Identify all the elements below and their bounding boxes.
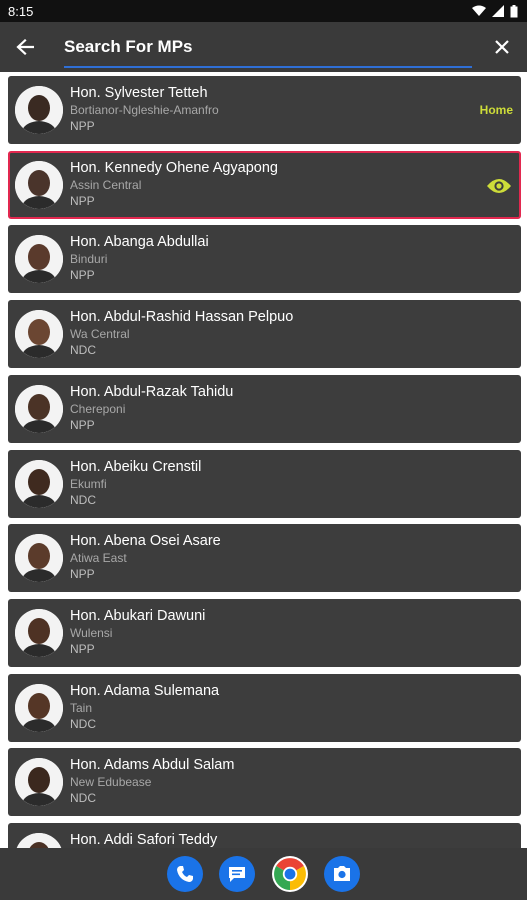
mp-name: Hon. Adama Sulemana xyxy=(70,682,220,699)
status-icons xyxy=(472,4,518,18)
mp-card[interactable]: Hon. Abena Osei Asare Atiwa East NPP xyxy=(8,524,521,593)
mp-name: Hon. Abanga Abdullai xyxy=(70,234,209,251)
mp-avatar xyxy=(15,683,63,732)
mp-name: Hon. Kennedy Ohene Agyapong xyxy=(70,159,278,176)
chrome-app-icon[interactable] xyxy=(272,856,308,892)
mp-avatar xyxy=(15,310,63,359)
wifi-icon xyxy=(472,5,486,16)
mp-avatar xyxy=(15,86,63,134)
mp-constituency: Chereponi xyxy=(70,401,126,416)
mp-avatar xyxy=(15,235,63,284)
status-time: 8:15 xyxy=(8,3,34,19)
mp-card[interactable]: Hon. Abdul-Razak Tahidu Chereponi NPP xyxy=(8,374,521,443)
close-icon xyxy=(495,40,509,54)
mp-name: Hon. Abukari Dawuni xyxy=(70,607,206,624)
mp-party: NPP xyxy=(70,641,95,656)
mp-card[interactable]: Hon. Kennedy Ohene Agyapong Assin Central… xyxy=(8,150,521,219)
back-button[interactable] xyxy=(10,32,40,62)
mp-name: Hon. Abeiku Crenstil xyxy=(70,458,202,475)
mp-name: Hon. Sylvester Tetteh xyxy=(70,85,208,101)
phone-app-icon[interactable] xyxy=(167,856,203,892)
mp-name: Hon. Abena Osei Asare xyxy=(70,533,221,550)
mp-avatar xyxy=(15,758,63,807)
camera-app-icon[interactable] xyxy=(324,856,360,892)
mp-constituency: Ekumfi xyxy=(70,476,107,491)
mp-avatar xyxy=(15,534,63,583)
search-field[interactable] xyxy=(64,30,472,68)
arrow-back-icon xyxy=(16,39,34,55)
home-badge: Home xyxy=(479,103,513,117)
mp-party: NPP xyxy=(70,193,95,208)
mp-list[interactable]: Hon. Sylvester Tetteh Bortianor-Ngleshie-… xyxy=(0,72,527,848)
mp-card[interactable]: Hon. Sylvester Tetteh Bortianor-Ngleshie-… xyxy=(8,76,521,144)
mp-constituency: Wulensi xyxy=(70,625,113,640)
mp-avatar xyxy=(15,384,63,433)
mp-constituency: Binduri xyxy=(70,252,108,267)
messages-app-icon[interactable] xyxy=(219,856,255,892)
app-dock xyxy=(0,848,527,900)
eye-icon[interactable] xyxy=(485,172,513,200)
mp-party: NDC xyxy=(70,791,96,806)
mp-card[interactable]: Hon. Addi Safori Teddy xyxy=(8,823,521,848)
mp-name: Hon. Abdul-Razak Tahidu xyxy=(70,383,234,400)
status-bar: 8:15 xyxy=(0,0,527,22)
mp-name: Hon. Adams Abdul Salam xyxy=(70,757,235,774)
mp-card[interactable]: Hon. Abdul-Rashid Hassan Pelpuo Wa Centra… xyxy=(8,300,521,369)
clear-search-button[interactable] xyxy=(487,32,517,62)
mp-party: NPP xyxy=(70,119,95,133)
mp-constituency: Tain xyxy=(70,700,93,715)
mp-constituency: Atiwa East xyxy=(70,551,127,566)
cell-signal-icon xyxy=(492,5,504,17)
mp-card[interactable]: Hon. Abanga Abdullai Binduri NPP xyxy=(8,225,521,294)
mp-avatar xyxy=(15,459,63,508)
mp-party: NDC xyxy=(70,343,96,358)
battery-icon xyxy=(510,4,518,17)
mp-constituency: New Edubease xyxy=(70,775,152,790)
mp-constituency: Wa Central xyxy=(70,327,130,342)
mp-party: NPP xyxy=(70,417,95,432)
mp-avatar xyxy=(15,833,63,848)
search-input[interactable] xyxy=(64,30,472,64)
app-bar xyxy=(0,22,527,72)
mp-avatar xyxy=(15,608,63,657)
mp-card[interactable]: Hon. Abukari Dawuni Wulensi NPP xyxy=(8,598,521,667)
mp-card[interactable]: Hon. Adams Abdul Salam New Edubease NDC xyxy=(8,748,521,817)
mp-name: Hon. Abdul-Rashid Hassan Pelpuo xyxy=(70,309,294,326)
mp-party: NPP xyxy=(70,567,95,582)
mp-card[interactable]: Hon. Adama Sulemana Tain NDC xyxy=(8,673,521,742)
mp-party: NDC xyxy=(70,492,96,507)
mp-card[interactable]: Hon. Abeiku Crenstil Ekumfi NDC xyxy=(8,449,521,518)
mp-constituency: Assin Central xyxy=(70,177,142,192)
mp-name: Hon. Addi Safori Teddy xyxy=(70,832,218,848)
mp-constituency: Bortianor-Ngleshie-Amanfro xyxy=(70,103,219,117)
mp-party: NPP xyxy=(70,268,95,283)
mp-party: NDC xyxy=(70,716,96,731)
mp-avatar xyxy=(15,160,63,209)
